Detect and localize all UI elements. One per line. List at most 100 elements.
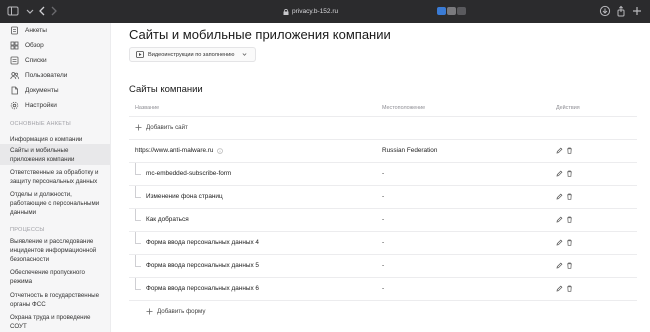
- sidebar-item-forms[interactable]: Анкеты: [0, 23, 110, 38]
- add-form-row[interactable]: Добавить форму: [129, 301, 637, 323]
- sidebar-form-sites-apps[interactable]: Сайты и мобильные приложения компании: [0, 144, 110, 165]
- row-actions: [556, 239, 573, 246]
- sidebar-toggle-icon[interactable]: [6, 4, 20, 18]
- column-header-name: Название: [135, 105, 160, 111]
- form-name: Как добраться: [146, 216, 189, 223]
- chevron-down-icon: [242, 53, 247, 56]
- edit-icon[interactable]: [556, 239, 563, 246]
- extension-icon[interactable]: [447, 7, 456, 15]
- sidebar-process-incidents[interactable]: Выявление и расследование инцидентов инф…: [0, 237, 110, 265]
- row-actions: [556, 262, 573, 269]
- sidebar-process-fss[interactable]: Отчетность в государственные органы ФСС: [0, 291, 110, 311]
- row-actions: [556, 170, 573, 177]
- form-location: -: [382, 285, 385, 292]
- trash-icon[interactable]: [566, 147, 573, 154]
- download-icon[interactable]: [598, 4, 612, 18]
- add-form-label: Добавить форму: [157, 308, 206, 315]
- sidebar-item-label: Документы: [25, 87, 59, 94]
- sidebar-process-access[interactable]: Обеспечение пропускного режима: [0, 268, 110, 288]
- site-name: https://www.anti-malware.ru: [135, 147, 223, 154]
- tree-connector: [135, 255, 141, 267]
- browser-toolbar: privacy.b-152.ru: [0, 0, 650, 23]
- trash-icon[interactable]: [566, 262, 573, 269]
- forms-icon: [10, 26, 19, 35]
- row-actions: [556, 216, 573, 223]
- trash-icon[interactable]: [566, 239, 573, 246]
- lock-icon: [283, 8, 289, 15]
- table-row[interactable]: Форма ввода персональных данных 5 -: [129, 255, 637, 277]
- site-url: https://www.anti-malware.ru: [135, 147, 214, 154]
- sidebar-form-departments[interactable]: Отделы и должности, работающие с персона…: [0, 189, 110, 217]
- grid-icon: [10, 41, 19, 50]
- tree-connector: [135, 278, 141, 290]
- form-location: -: [382, 193, 385, 200]
- trash-icon[interactable]: [566, 285, 573, 292]
- form-name: Форма ввода персональных данных 5: [146, 262, 259, 269]
- section-heading-main-forms: ОСНОВНЫЕ АНКЕТЫ: [10, 121, 71, 127]
- sidebar-item-label: Анкеты: [25, 27, 47, 34]
- new-tab-icon[interactable]: [630, 4, 644, 18]
- edit-icon[interactable]: [556, 170, 563, 177]
- tree-connector: [135, 209, 141, 221]
- sidebar-item-users[interactable]: Пользователи: [0, 68, 110, 83]
- table-row[interactable]: Форма ввода персональных данных 6 -: [129, 278, 637, 300]
- video-button-label: Видеоинструкции по заполнению: [148, 51, 235, 58]
- sidebar-item-documents[interactable]: Документы: [0, 83, 110, 98]
- info-icon[interactable]: [216, 147, 223, 154]
- form-location: -: [382, 239, 385, 246]
- sidebar-item-lists[interactable]: Списки: [0, 53, 110, 68]
- sidebar-item-label: Настройки: [25, 102, 57, 109]
- users-icon: [10, 71, 19, 80]
- trash-icon[interactable]: [566, 216, 573, 223]
- add-site-row[interactable]: Добавить сайт: [129, 117, 637, 139]
- trash-icon[interactable]: [566, 170, 573, 177]
- plus-icon: [146, 308, 153, 315]
- list-icon: [10, 56, 19, 65]
- forward-icon[interactable]: [47, 4, 61, 18]
- share-icon[interactable]: [614, 4, 628, 18]
- extension-icon[interactable]: [437, 7, 446, 15]
- sidebar-item-settings[interactable]: Настройки: [0, 98, 110, 113]
- edit-icon[interactable]: [556, 147, 563, 154]
- video-instructions-dropdown[interactable]: Видеоинструкции по заполнению: [129, 47, 257, 62]
- form-name: mc-embedded-subscribe-form: [146, 170, 232, 177]
- url-text: privacy.b-152.ru: [292, 8, 339, 15]
- sidebar-item-overview[interactable]: Обзор: [0, 38, 110, 53]
- plus-icon: [135, 124, 142, 131]
- table-row[interactable]: mc-embedded-subscribe-form -: [129, 163, 637, 185]
- table-row[interactable]: https://www.anti-malware.ru Russian Fede…: [129, 140, 637, 162]
- form-name: Изменение фона страниц: [146, 193, 223, 200]
- edit-icon[interactable]: [556, 285, 563, 292]
- sidebar: Анкеты Обзор Списки Пользователи Докумен…: [0, 23, 111, 332]
- column-header-actions: Действия: [556, 105, 580, 111]
- video-icon: [136, 51, 144, 58]
- table-row[interactable]: Форма ввода персональных данных 4 -: [129, 232, 637, 254]
- trash-icon[interactable]: [566, 193, 573, 200]
- table-row[interactable]: Изменение фона страниц -: [129, 186, 637, 208]
- document-icon: [10, 86, 19, 95]
- tree-connector: [135, 186, 141, 198]
- extension-icon[interactable]: [457, 7, 466, 15]
- add-site-label: Добавить сайт: [146, 124, 188, 131]
- sidebar-item-label: Списки: [25, 57, 47, 64]
- gear-icon: [10, 101, 19, 110]
- form-location: -: [382, 170, 385, 177]
- row-actions: [556, 285, 573, 292]
- form-name: Форма ввода персональных данных 4: [146, 239, 259, 246]
- sidebar-form-responsible[interactable]: Ответственные за обработку и защиту перс…: [0, 167, 110, 188]
- tree-connector: [135, 232, 141, 244]
- edit-icon[interactable]: [556, 262, 563, 269]
- tree-connector: [135, 163, 141, 175]
- sidebar-item-label: Обзор: [25, 42, 44, 49]
- main-content: Сайты и мобильные приложения компании Ви…: [112, 23, 650, 332]
- edit-icon[interactable]: [556, 216, 563, 223]
- sidebar-process-labor[interactable]: Охрана труда и проведение СОУТ: [0, 313, 110, 332]
- edit-icon[interactable]: [556, 193, 563, 200]
- row-actions: [556, 147, 573, 154]
- address-bar[interactable]: privacy.b-152.ru: [283, 5, 338, 18]
- table-row[interactable]: Как добраться -: [129, 209, 637, 231]
- page-title: Сайты и мобильные приложения компании: [129, 27, 391, 42]
- form-location: -: [382, 262, 385, 269]
- form-name: Форма ввода персональных данных 6: [146, 285, 259, 292]
- row-actions: [556, 193, 573, 200]
